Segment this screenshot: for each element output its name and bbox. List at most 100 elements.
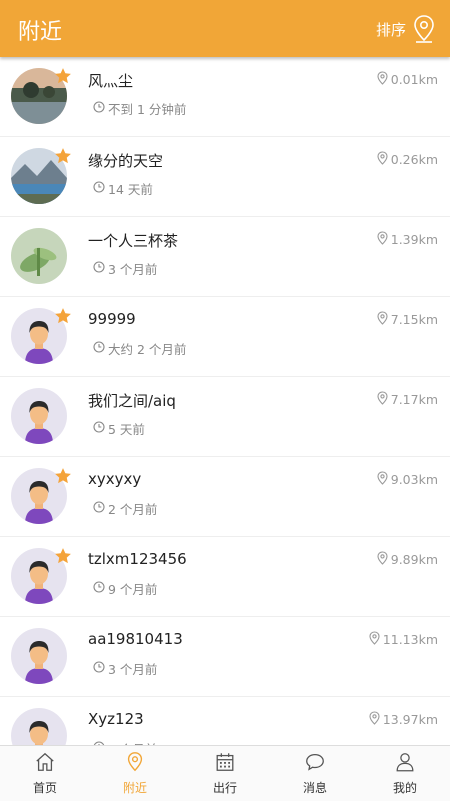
last-active: 大约 2 个月前 (93, 339, 186, 358)
page-title: 附近 (18, 20, 63, 45)
distance-text: 0.01km (390, 72, 438, 87)
map-pin-icon (414, 15, 434, 43)
user-name: 一个人三杯茶 (88, 232, 179, 250)
bottom-tab-bar: 首页 附近 出行 消息 我的 (0, 745, 450, 801)
distance-text: 1.39km (390, 232, 438, 247)
user-name: Xyz123 (88, 710, 144, 728)
tab-label: 我的 (392, 781, 417, 795)
star-icon (54, 147, 72, 165)
distance-text: 9.03km (390, 472, 438, 487)
distance-text: 7.17km (390, 392, 438, 407)
location-pin-icon (377, 71, 388, 88)
tab-label: 首页 (32, 781, 57, 795)
last-active: 3 个月前 (93, 659, 157, 678)
user-name: 我们之间/aiq (88, 392, 176, 410)
last-active-text: 3 个月前 (108, 262, 158, 277)
clock-icon (93, 421, 105, 436)
avatar[interactable] (11, 228, 67, 284)
last-active: 3 个月前 (93, 259, 157, 278)
clock-icon (93, 581, 105, 596)
last-active: 9 个月前 (93, 579, 157, 598)
tab-calendar[interactable]: 出行 (180, 746, 270, 801)
distance: 11.13km (369, 631, 438, 648)
user-name: tzlxm123456 (88, 550, 187, 568)
avatar[interactable] (11, 628, 67, 684)
last-active-text: 大约 2 个月前 (108, 342, 187, 357)
distance-text: 13.97km (382, 712, 438, 727)
person-icon (394, 751, 416, 776)
user-row[interactable]: xyxyxy 2 个月前 9.03km (0, 457, 450, 537)
distance-text: 0.26km (390, 152, 438, 167)
tab-label: 消息 (302, 781, 327, 795)
location-pin-icon (377, 391, 388, 408)
last-active: 5 天前 (93, 419, 145, 438)
user-name: 风灬尘 (88, 72, 134, 90)
location-pin-icon (369, 631, 380, 648)
user-name: 99999 (88, 310, 136, 328)
distance: 7.15km (377, 311, 438, 328)
location-pin-icon (377, 471, 388, 488)
location-pin-icon (377, 551, 388, 568)
avatar[interactable] (11, 708, 67, 745)
last-active-text: 9 个月前 (108, 582, 158, 597)
nearby-user-list: 风灬尘 不到 1 分钟前 0.01km 缘分的天空 14 天前 0.26km 一… (0, 57, 450, 745)
user-name: aa19810413 (88, 630, 183, 648)
distance: 7.17km (377, 391, 438, 408)
distance: 13.97km (369, 711, 438, 728)
distance: 9.03km (377, 471, 438, 488)
distance-text: 7.15km (390, 312, 438, 327)
user-row[interactable]: 我们之间/aiq 5 天前 7.17km (0, 377, 450, 457)
last-active: 不到 1 分钟前 (93, 99, 186, 118)
tab-location-pin[interactable]: 附近 (90, 746, 180, 801)
clock-icon (93, 181, 105, 196)
tab-label: 附近 (122, 781, 147, 795)
chat-bubble-icon (304, 751, 326, 776)
user-row[interactable]: 99999 大约 2 个月前 7.15km (0, 297, 450, 377)
distance: 9.89km (377, 551, 438, 568)
distance: 0.01km (377, 71, 438, 88)
user-row[interactable]: aa19810413 3 个月前 11.13km (0, 617, 450, 697)
user-row[interactable]: Xyz123 5 个月前 13.97km (0, 697, 450, 745)
clock-icon (93, 501, 105, 516)
last-active: 14 天前 (93, 179, 153, 198)
clock-icon (93, 261, 105, 276)
location-pin-icon (377, 231, 388, 248)
star-icon (54, 67, 72, 85)
distance-text: 9.89km (390, 552, 438, 567)
app-header: 附近 排序 (0, 0, 450, 57)
calendar-icon (214, 751, 236, 776)
user-row[interactable]: tzlxm123456 9 个月前 9.89km (0, 537, 450, 617)
last-active: 2 个月前 (93, 499, 157, 518)
last-active-text: 3 个月前 (108, 662, 158, 677)
location-pin-icon (377, 151, 388, 168)
distance: 1.39km (377, 231, 438, 248)
user-name: 缘分的天空 (88, 152, 164, 170)
last-active-text: 不到 1 分钟前 (108, 102, 187, 117)
star-icon (54, 547, 72, 565)
star-icon (54, 307, 72, 325)
location-pin-icon (377, 311, 388, 328)
star-icon (54, 467, 72, 485)
distance: 0.26km (377, 151, 438, 168)
user-row[interactable]: 一个人三杯茶 3 个月前 1.39km (0, 217, 450, 297)
clock-icon (93, 101, 105, 116)
user-row[interactable]: 风灬尘 不到 1 分钟前 0.01km (0, 57, 450, 137)
clock-icon (93, 341, 105, 356)
distance-text: 11.13km (382, 632, 438, 647)
location-pin-icon (124, 751, 146, 776)
avatar[interactable] (11, 388, 67, 444)
user-row[interactable]: 缘分的天空 14 天前 0.26km (0, 137, 450, 217)
sort-button[interactable]: 排序 (376, 14, 436, 44)
tab-label: 出行 (212, 781, 237, 795)
last-active-text: 5 天前 (108, 422, 145, 437)
clock-icon (93, 661, 105, 676)
tab-chat-bubble[interactable]: 消息 (270, 746, 360, 801)
home-icon (34, 751, 56, 776)
tab-person[interactable]: 我的 (360, 746, 450, 801)
user-name: xyxyxy (88, 470, 142, 488)
tab-home[interactable]: 首页 (0, 746, 90, 801)
location-pin-icon (369, 711, 380, 728)
last-active-text: 14 天前 (108, 182, 153, 197)
sort-label: 排序 (375, 20, 406, 39)
last-active-text: 2 个月前 (108, 502, 158, 517)
